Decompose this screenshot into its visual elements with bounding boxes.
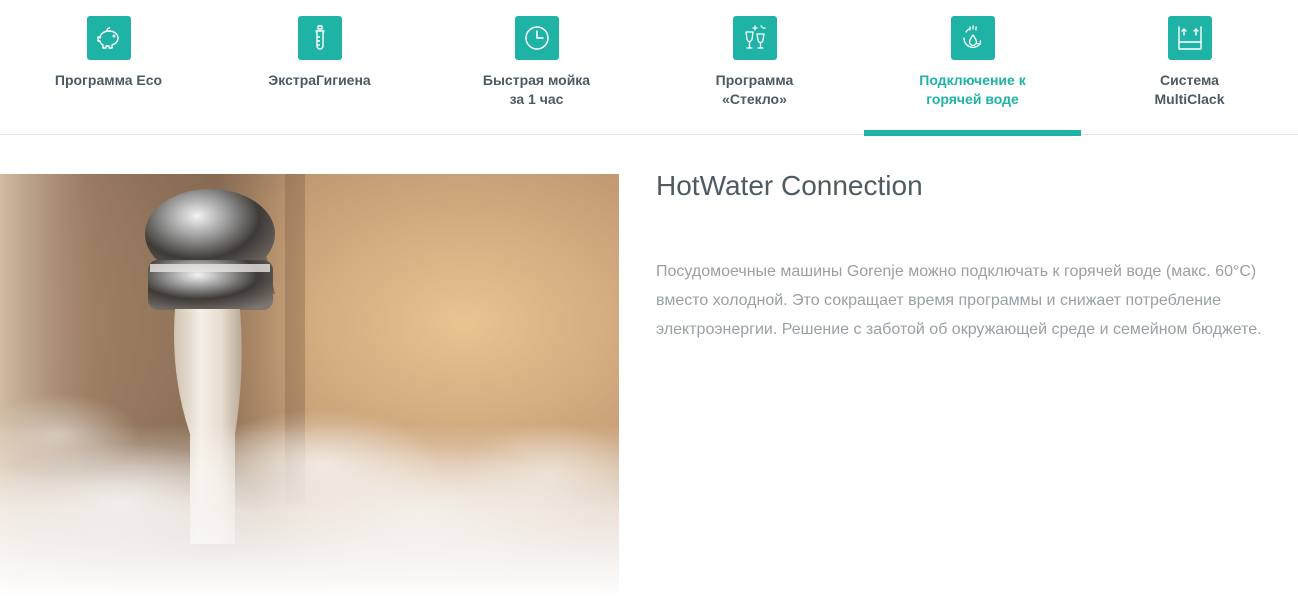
tab-extra-hygiene[interactable]: ЭкстраГигиена bbox=[211, 0, 428, 135]
baby-bottle-icon bbox=[297, 16, 342, 60]
tab-quick-wash[interactable]: Быстрая мойка за 1 час bbox=[428, 0, 645, 135]
clock-icon bbox=[514, 16, 559, 60]
tab-eco-program[interactable]: Программа Eco bbox=[0, 0, 217, 135]
tab-label: ЭкстраГигиена bbox=[268, 72, 371, 88]
tab-label: Подключение к горячей воде bbox=[919, 72, 1026, 107]
tab-glass-program[interactable]: Программа «Стекло» bbox=[646, 0, 863, 135]
feature-title: HotWater Connection bbox=[656, 170, 923, 201]
active-indicator bbox=[864, 130, 1081, 136]
feature-description: Посудомоечные машины Gorenje можно подкл… bbox=[656, 263, 1262, 338]
tab-hot-water[interactable]: Подключение к горячей воде bbox=[864, 0, 1081, 136]
feature-tabs: Программа Eco ЭкстраГигиена Быстрая мойк… bbox=[0, 0, 1298, 136]
tab-label: Программа «Стекло» bbox=[715, 72, 794, 107]
hot-water-faucet-image bbox=[0, 174, 619, 598]
tab-label: Программа Eco bbox=[54, 72, 163, 88]
tab-multiclack[interactable]: Система MultiClack bbox=[1081, 0, 1298, 135]
tab-label: Быстрая мойка за 1 час bbox=[482, 72, 591, 107]
hot-water-icon bbox=[950, 16, 995, 60]
piggy-bank-icon bbox=[86, 16, 131, 60]
glasses-icon bbox=[732, 16, 777, 60]
basket-adjust-icon bbox=[1167, 16, 1212, 60]
tab-label: Система MultiClack bbox=[1154, 72, 1225, 107]
